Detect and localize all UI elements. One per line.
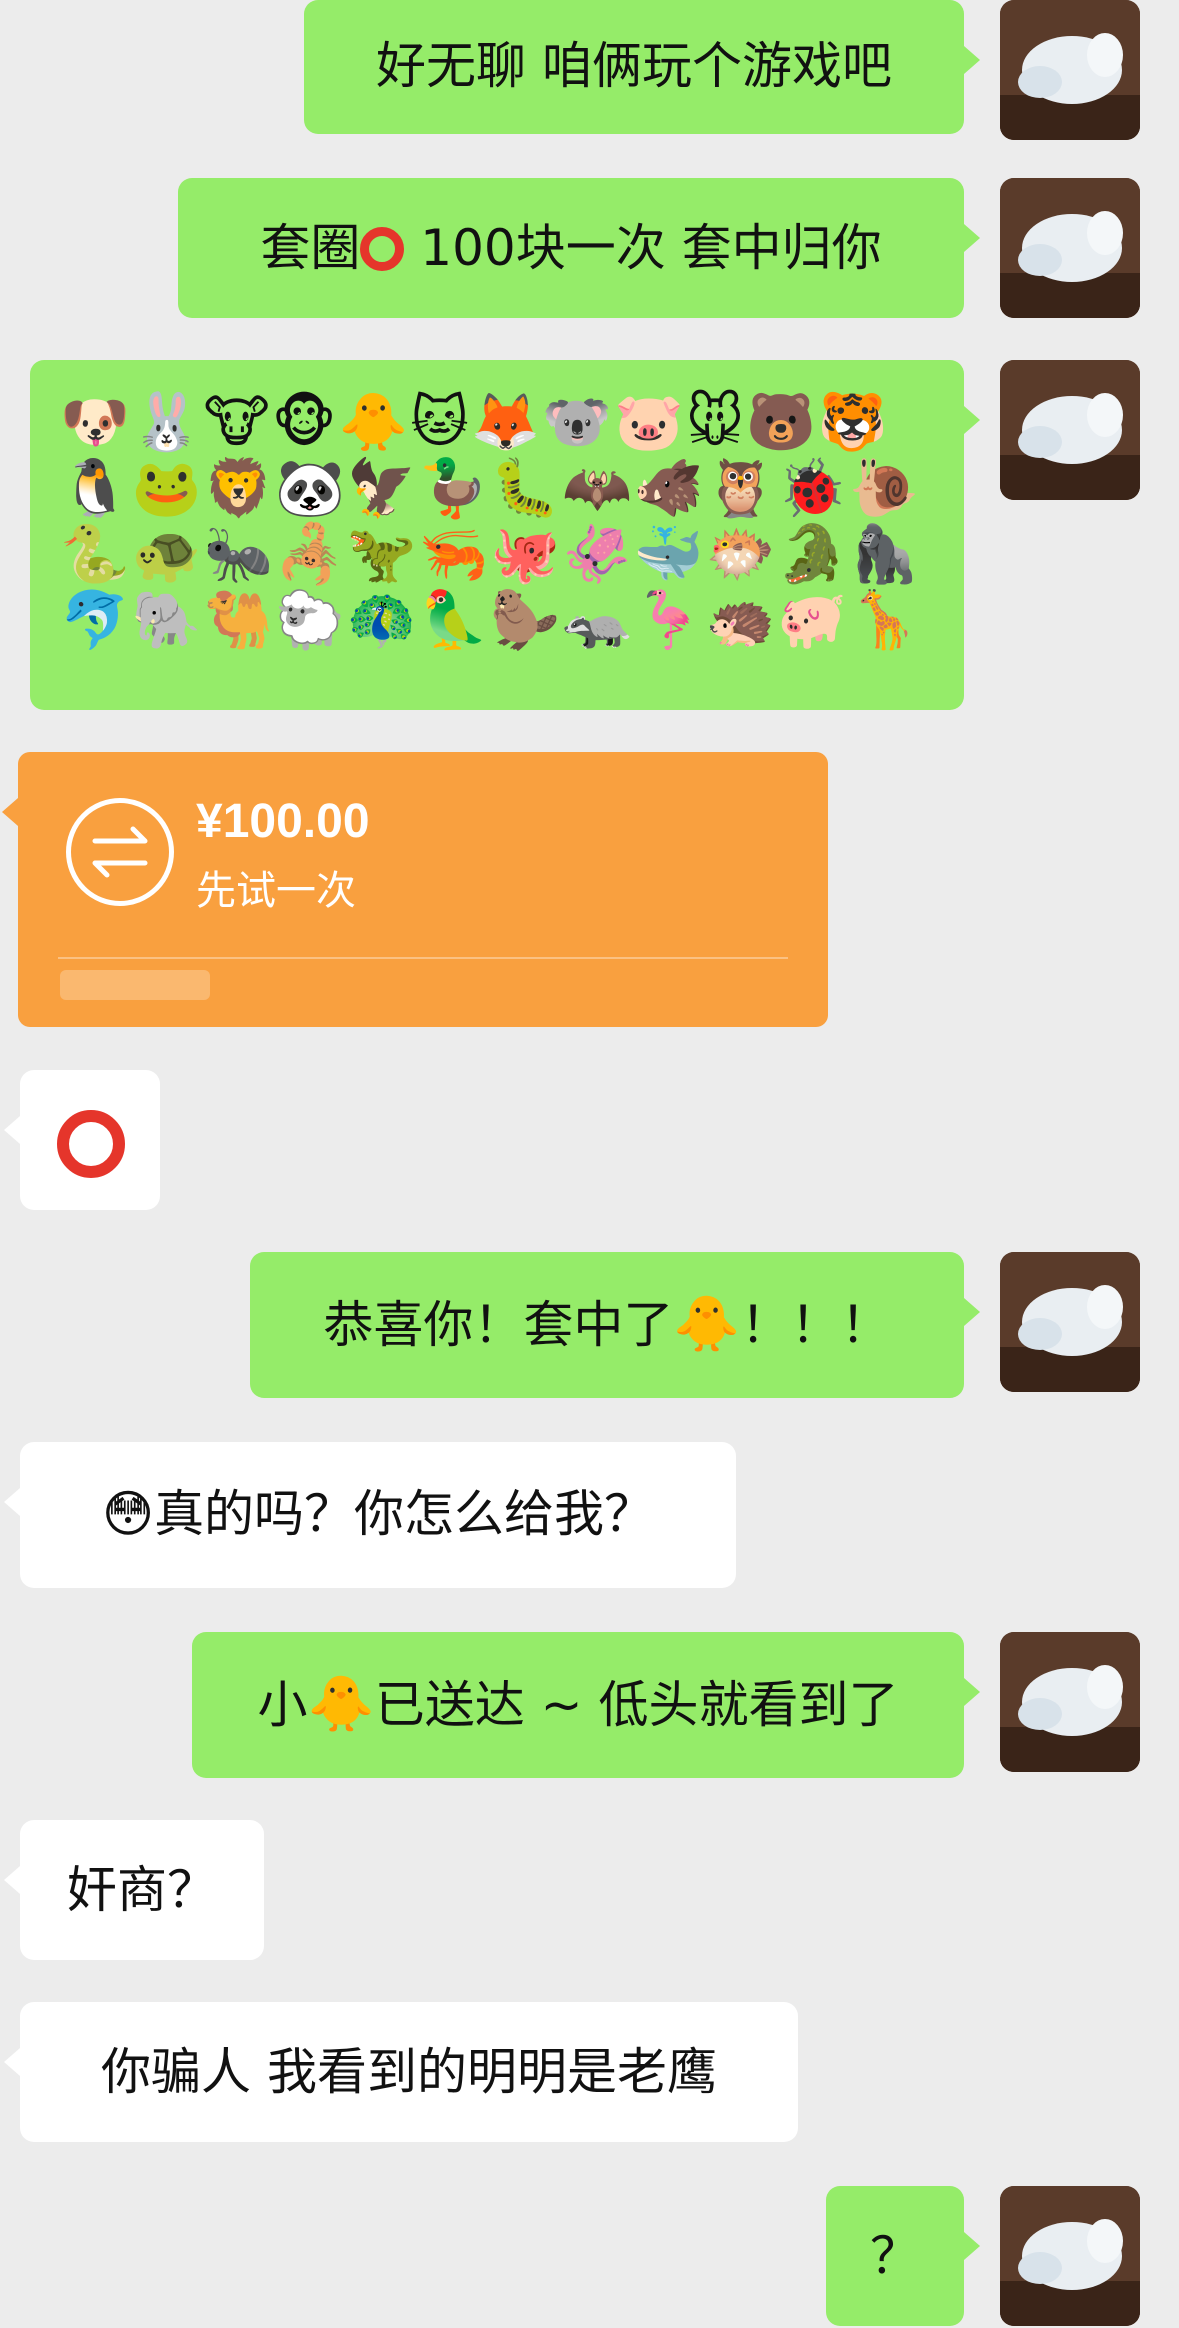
cat-avatar-icon (1000, 0, 1140, 140)
transfer-arrows-icon (66, 798, 174, 906)
flushed-face-emoji: 😳 (101, 1485, 155, 1543)
message-text: 恭喜你！套中了🐥！！！ (250, 1294, 964, 1355)
transfer-footer-blurred (60, 970, 210, 1000)
message-text: ？ (870, 2227, 920, 2285)
message-bubble-self[interactable]: 小🐥已送达 ~ 低头就看到了 (192, 1632, 980, 1778)
message-bubble-self[interactable]: 恭喜你！套中了🐥！！！ (250, 1252, 980, 1398)
transfer-card[interactable]: ¥100.00 先试一次 (2, 752, 828, 1027)
transfer-amount: ¥100.00 (196, 795, 370, 848)
message-bubble-other[interactable]: 你骗人 我看到的明明是老鹰 (4, 2002, 798, 2142)
cat-avatar-icon (1000, 1632, 1140, 1772)
message-text-part: 100块一次 套中归你 (404, 219, 882, 277)
cat-avatar-icon (1000, 360, 1140, 500)
message-text-part: 已送达 ~ 低头就看到了 (374, 1676, 899, 1734)
avatar[interactable] (1000, 1632, 1140, 1772)
message-bubble-other[interactable]: 奸商？ (4, 1820, 264, 1960)
avatar[interactable] (1000, 0, 1140, 140)
message-text-part: 真的吗？你怎么给我？ (154, 1485, 655, 1543)
message-text-part: 恭喜你！套中了 (323, 1296, 674, 1354)
red-ring-icon (360, 227, 405, 271)
message-text-part: 套圈 (260, 219, 361, 277)
chick-emoji: 🐥 (307, 1672, 375, 1735)
message-text-part: 小 (257, 1676, 308, 1734)
animal-emoji-list: 🐶🐰🐮🐵🐥🐱🦊🐨🐷🐭🐻🐯🐧🐸🦁🐼🦅🦆🐛🦇🐗🦉🐞🐌🐍🐢🐜🦂🦖🦐🐙🦑🐳🐡🐊🦍🐬🐘🐫🐑… (60, 390, 921, 653)
avatar[interactable] (1000, 1252, 1140, 1392)
avatar[interactable] (1000, 178, 1140, 318)
message-text: 你骗人 我看到的明明是老鹰 (101, 2043, 717, 2101)
avatar[interactable] (1000, 360, 1140, 500)
message-text: 😳真的吗？你怎么给我？ (20, 1484, 736, 1544)
chick-emoji: 🐥 (673, 1292, 741, 1355)
message-text: 套圈 100块一次 套中归你 (178, 218, 964, 278)
cat-avatar-icon (1000, 178, 1140, 318)
message-bubble-self[interactable]: ？ (826, 2186, 980, 2326)
red-ring-icon (57, 1110, 125, 1178)
message-bubble-self[interactable]: 套圈 100块一次 套中归你 (178, 178, 980, 318)
transfer-note: 先试一次 (196, 868, 356, 914)
message-bubble-self[interactable]: 好无聊 咱俩玩个游戏吧 (304, 0, 980, 134)
message-text: 小🐥已送达 ~ 低头就看到了 (192, 1674, 964, 1735)
message-bubble-other[interactable]: 😳真的吗？你怎么给我？ (4, 1442, 736, 1588)
message-text-part: ！！！ (740, 1296, 891, 1354)
message-bubble-self[interactable]: 🐶🐰🐮🐵🐥🐱🦊🐨🐷🐭🐻🐯🐧🐸🦁🐼🦅🦆🐛🦇🐗🦉🐞🐌🐍🐢🐜🦂🦖🦐🐙🦑🐳🐡🐊🦍🐬🐘🐫🐑… (30, 360, 980, 710)
message-text: 好无聊 咱俩玩个游戏吧 (376, 37, 892, 95)
message-bubble-other[interactable] (4, 1070, 160, 1210)
message-text: 奸商？ (67, 1861, 217, 1919)
divider (58, 957, 788, 959)
cat-avatar-icon (1000, 1252, 1140, 1392)
cat-avatar-icon (1000, 2186, 1140, 2326)
avatar[interactable] (1000, 2186, 1140, 2326)
